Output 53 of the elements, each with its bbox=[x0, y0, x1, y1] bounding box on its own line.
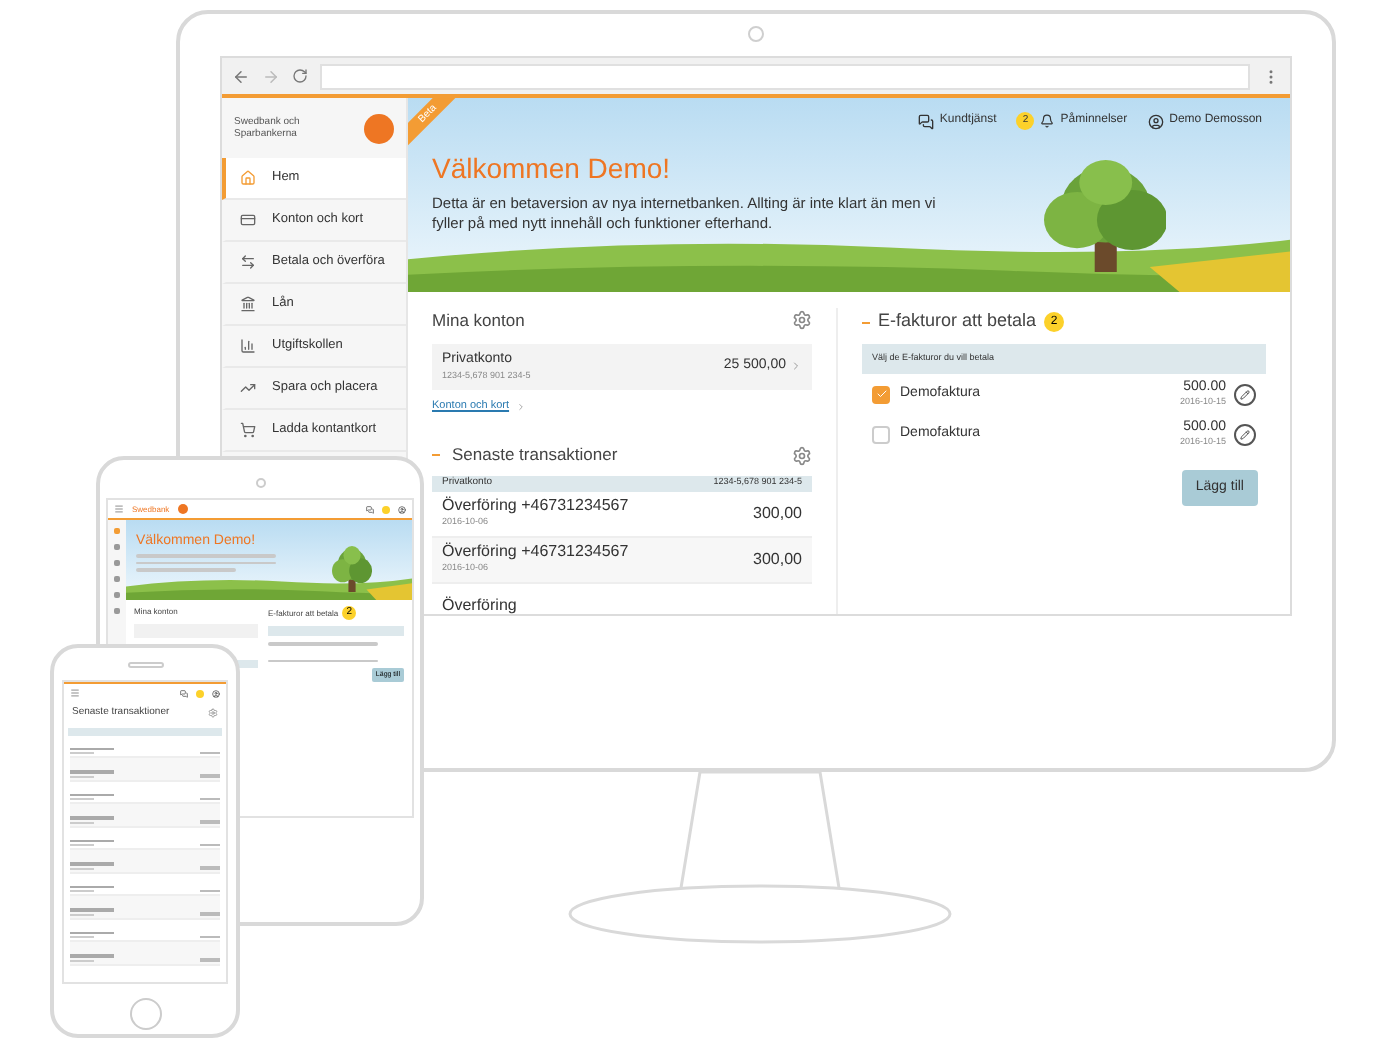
tree-drawing bbox=[1043, 160, 1167, 273]
speaker-icon bbox=[127, 662, 163, 668]
transaction-amount: 300,00 bbox=[753, 547, 802, 571]
cards-icon bbox=[240, 212, 256, 228]
home-button[interactable] bbox=[129, 998, 161, 1030]
arrows-icon bbox=[240, 254, 256, 270]
bell-icon bbox=[1040, 114, 1055, 128]
reminders-badge-icon bbox=[382, 505, 390, 513]
settings-icon[interactable] bbox=[792, 445, 812, 466]
cart-icon bbox=[240, 422, 256, 438]
camera-icon bbox=[255, 478, 265, 488]
menu-icon[interactable] bbox=[70, 688, 80, 698]
section-title: Mina konton bbox=[432, 308, 525, 334]
text-lines-drawing bbox=[268, 642, 378, 662]
forward-icon[interactable] bbox=[262, 67, 280, 85]
user-icon bbox=[212, 689, 220, 697]
chat-icon bbox=[917, 113, 934, 129]
section-title: Senaste transaktioner bbox=[452, 442, 618, 468]
transaction-amount: 300,00 bbox=[753, 501, 802, 525]
tree-drawing bbox=[331, 545, 372, 592]
welcome-title: Välkommen Demo! bbox=[432, 154, 673, 182]
chat-icon bbox=[366, 505, 374, 513]
transaction-name: Överföring bbox=[442, 595, 517, 614]
menu-icon[interactable] bbox=[114, 504, 124, 514]
bank-icon bbox=[240, 296, 256, 312]
chevron-icon bbox=[515, 401, 526, 412]
home-icon bbox=[240, 170, 256, 186]
edit-button[interactable] bbox=[1234, 423, 1256, 446]
transaction-name: Överföring +46731234567 bbox=[442, 542, 629, 563]
bar-chart-icon bbox=[240, 338, 256, 354]
back-icon[interactable] bbox=[232, 67, 250, 85]
logo-icon bbox=[364, 113, 394, 143]
pencil-icon bbox=[1240, 429, 1250, 440]
transaction-name: Överföring +46731234567 bbox=[442, 496, 629, 517]
camera-icon bbox=[748, 26, 764, 42]
user-icon bbox=[1147, 113, 1164, 129]
checkbox[interactable] bbox=[872, 385, 890, 404]
user-icon bbox=[398, 505, 406, 513]
section-title: E-fakturor att betala bbox=[878, 308, 1037, 335]
edit-button[interactable] bbox=[1234, 383, 1256, 406]
chevron-icon bbox=[790, 360, 802, 373]
chat-icon bbox=[180, 689, 188, 697]
reload-icon[interactable] bbox=[292, 68, 308, 84]
checkbox[interactable] bbox=[872, 425, 890, 444]
pencil-icon bbox=[1240, 389, 1250, 400]
settings-icon[interactable] bbox=[792, 310, 812, 331]
reminders-badge-icon bbox=[196, 689, 204, 697]
logo-icon bbox=[177, 504, 188, 514]
hint-bar bbox=[268, 626, 404, 636]
settings-icon[interactable] bbox=[208, 708, 218, 719]
trend-icon bbox=[240, 380, 256, 396]
text-lines-drawing bbox=[136, 554, 276, 571]
address-field[interactable] bbox=[320, 63, 1250, 89]
